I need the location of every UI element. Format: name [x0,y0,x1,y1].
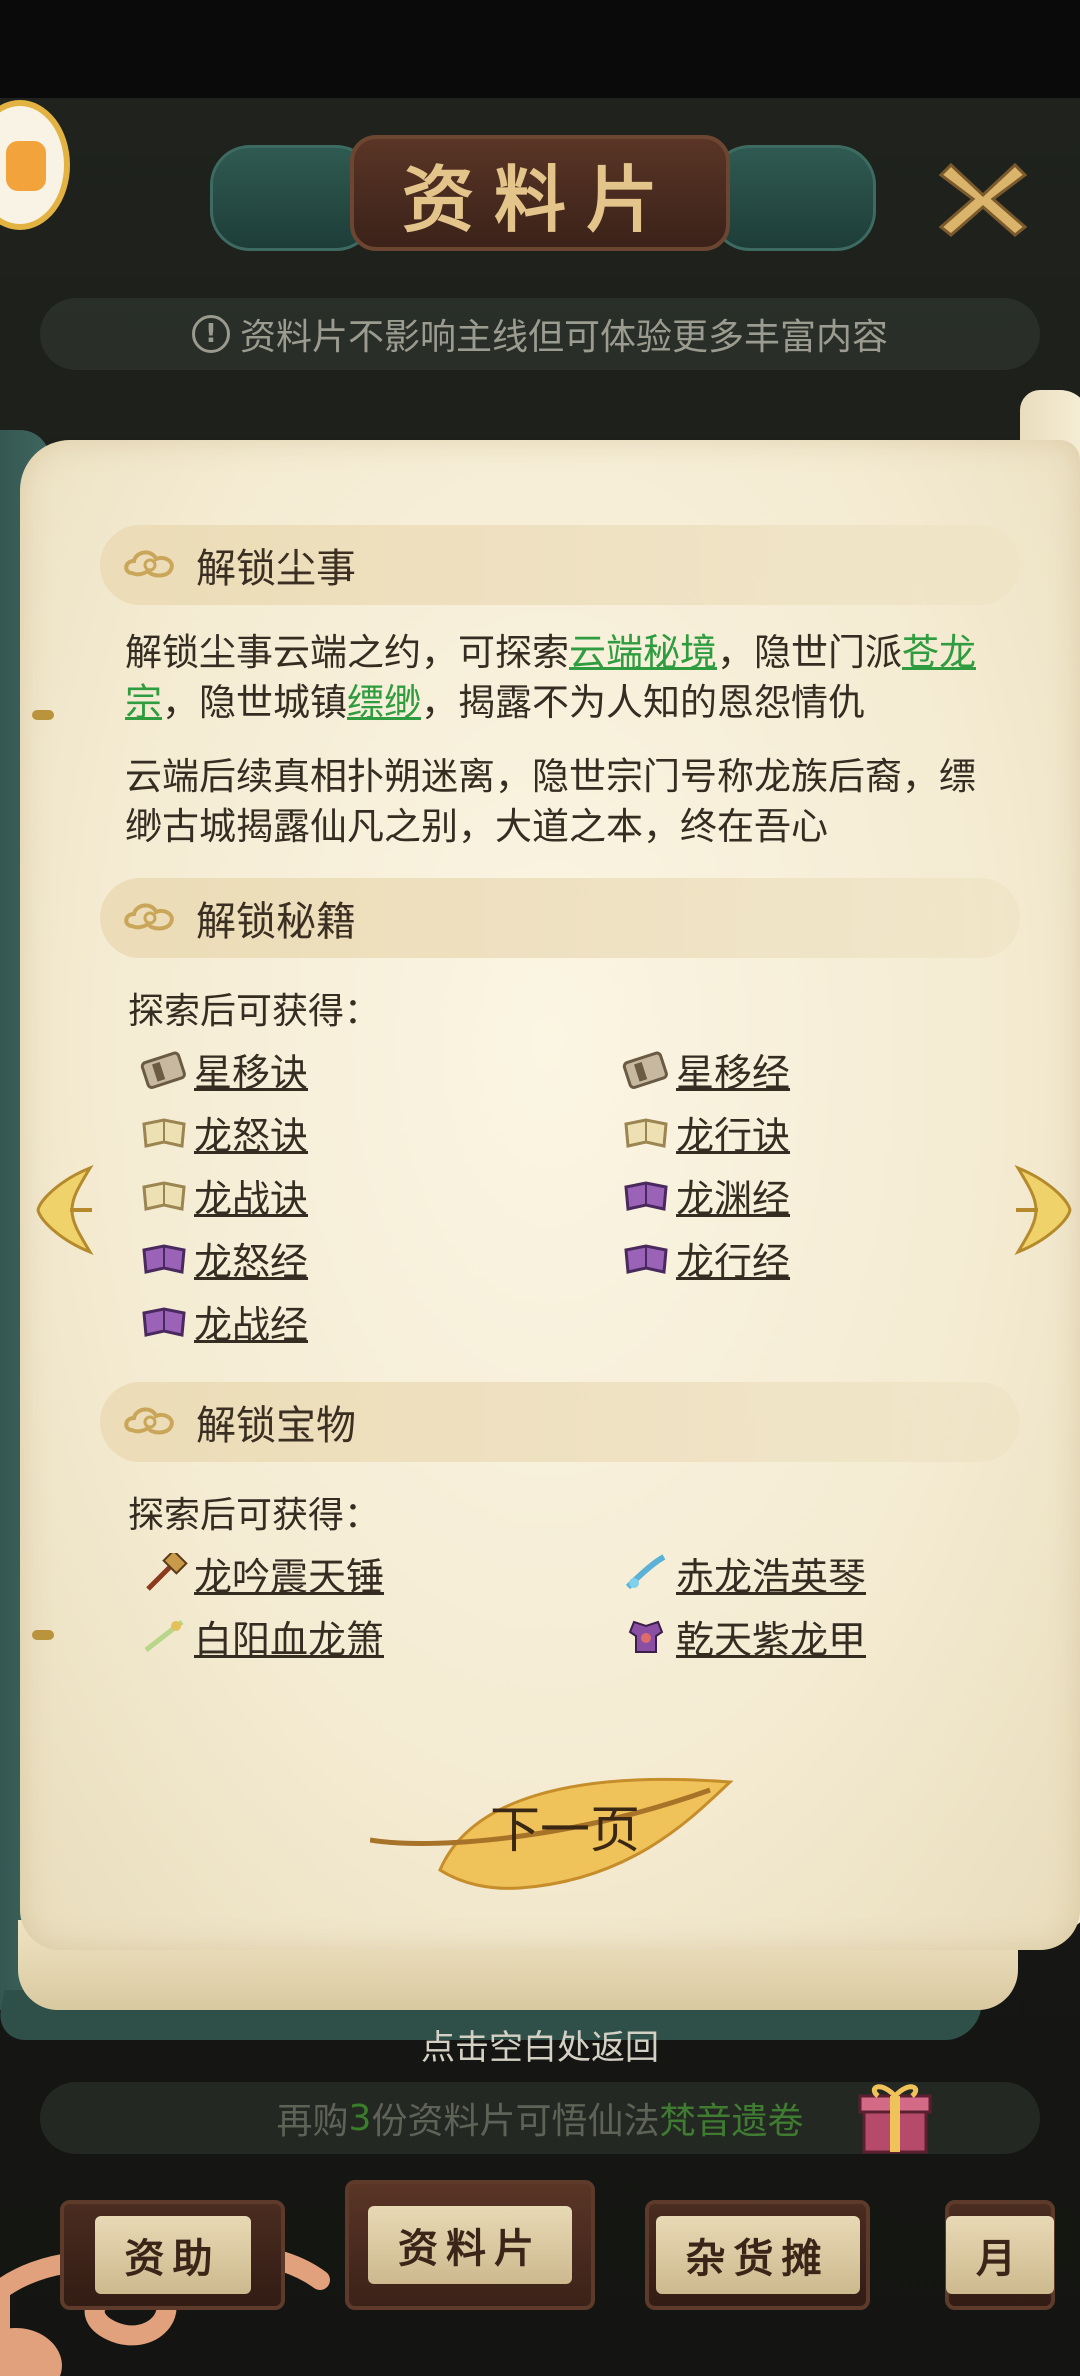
link-piaomiao[interactable]: 缥缈 [347,681,421,724]
hammer-icon [146,1553,188,1591]
title-plate: 资料片 [210,125,876,265]
page-title: 资料片 [401,156,678,242]
prev-page-arrow[interactable] [30,1160,100,1260]
yellow-book-icon [624,1118,668,1148]
dust-paragraph-1: 解锁尘事云端之约，可探索云端秘境，隐世门派苍龙宗，隐世城镇缥缈，揭露不为人知的恩… [125,628,1005,728]
treasure-item[interactable]: 赤龙浩英琴 [622,1545,866,1601]
item-label: 龙渊经 [676,1176,791,1221]
tab-monthly[interactable]: 月 [945,2200,1055,2310]
tab-expansion[interactable]: 资料片 [345,2180,595,2310]
status-bar [0,0,1080,98]
secret-item[interactable]: 龙行诀 [622,1104,790,1160]
tab-label: 杂货摊 [655,2216,860,2294]
purchase-count: 3 [348,2097,372,2139]
treasure-item[interactable]: 白阳血龙箫 [140,1608,384,1664]
purple-book-icon [624,1181,668,1211]
close-button[interactable] [925,152,1040,242]
text: ，揭露不为人知的恩怨情仇 [421,681,865,724]
notice-text: 资料片不影响主线但可体验更多丰富内容 [239,317,888,358]
yellow-book-icon [142,1118,186,1148]
exclamation-icon: ! [191,315,230,353]
dust-paragraph-2: 云端后续真相扑朔迷离，隐世宗门号称龙族后裔，缥缈古城揭露仙凡之别，大道之本，终在… [125,755,976,848]
purple-book-icon [624,1244,668,1274]
tab-label: 资料片 [368,2206,572,2284]
text: 再购 [276,2101,349,2142]
scroll-book-icon [140,1051,186,1089]
tab-label: 月 [946,2216,1054,2294]
section-header-treasures: 解锁宝物 [100,1382,1020,1462]
item-label: 赤龙浩英琴 [676,1554,867,1599]
item-label: 龙怒经 [194,1239,309,1284]
item-label: 龙怒诀 [194,1113,309,1158]
zither-icon [625,1554,666,1590]
item-label: 龙行经 [676,1239,791,1284]
treasure-item[interactable]: 乾天紫龙甲 [622,1608,866,1664]
scroll-book-icon [622,1051,668,1089]
next-page-button[interactable]: 下一页 [370,1760,750,1900]
armor-icon [628,1620,664,1653]
item-label: 星移经 [676,1050,791,1095]
secret-item[interactable]: 龙怒诀 [140,1104,308,1160]
secret-item[interactable]: 龙战经 [140,1293,308,1349]
section-header-dust: 解锁尘事 [100,525,1020,605]
yellow-book-icon [142,1181,186,1211]
section-title: 解锁宝物 [196,1403,356,1449]
section-title: 解锁秘籍 [196,899,356,945]
explore-label: 探索后可获得： [128,1495,381,1536]
tab-sponsor[interactable]: 资助 [60,2200,285,2310]
page-ring [32,1630,54,1640]
item-label: 龙行诀 [676,1113,791,1158]
gift-icon[interactable] [850,2072,940,2162]
secret-item[interactable]: 龙怒经 [140,1230,308,1286]
text: ，隐世城镇 [162,681,347,724]
next-page-arrow[interactable] [1008,1160,1078,1260]
text: 份资料片可悟仙法 [371,2101,660,2142]
secret-item[interactable]: 星移经 [622,1041,790,1097]
text: 解锁尘事云端之约，可探索 [125,631,569,674]
notice-bar: ! 资料片不影响主线但可体验更多丰富内容 [40,298,1040,370]
explore-label: 探索后可获得： [128,991,381,1032]
secret-item[interactable]: 星移诀 [140,1041,308,1097]
link-cloud-realm[interactable]: 云端秘境 [569,631,717,674]
tab-grocery[interactable]: 杂货摊 [645,2200,870,2310]
flute-icon [144,1620,184,1652]
tab-label: 资助 [94,2216,251,2294]
item-label: 龙吟震天锤 [194,1554,385,1599]
section-header-secrets: 解锁秘籍 [100,878,1020,958]
item-label: 龙战经 [194,1302,309,1347]
item-label: 龙战诀 [194,1176,309,1221]
purple-book-icon [142,1244,186,1274]
section-title: 解锁尘事 [196,546,356,592]
back-tip: 点击空白处返回 [421,2028,659,2068]
cloud-icon [124,903,174,931]
text: ，隐世门派 [717,631,902,674]
purple-book-icon [142,1307,186,1337]
item-label: 白阳血龙箫 [194,1617,385,1662]
close-icon [938,162,1027,237]
secret-item[interactable]: 龙渊经 [622,1167,790,1223]
secret-item[interactable]: 龙战诀 [140,1167,308,1223]
cloud-icon [124,1407,174,1435]
next-page-label: 下一页 [490,1801,640,1859]
cloud-icon [124,550,174,578]
treasure-item[interactable]: 龙吟震天锤 [140,1545,384,1601]
secret-item[interactable]: 龙行经 [622,1230,790,1286]
page-ring [32,710,54,720]
item-label: 星移诀 [194,1050,309,1095]
item-label: 乾天紫龙甲 [676,1617,867,1662]
reward-name: 梵音遗卷 [659,2101,804,2142]
